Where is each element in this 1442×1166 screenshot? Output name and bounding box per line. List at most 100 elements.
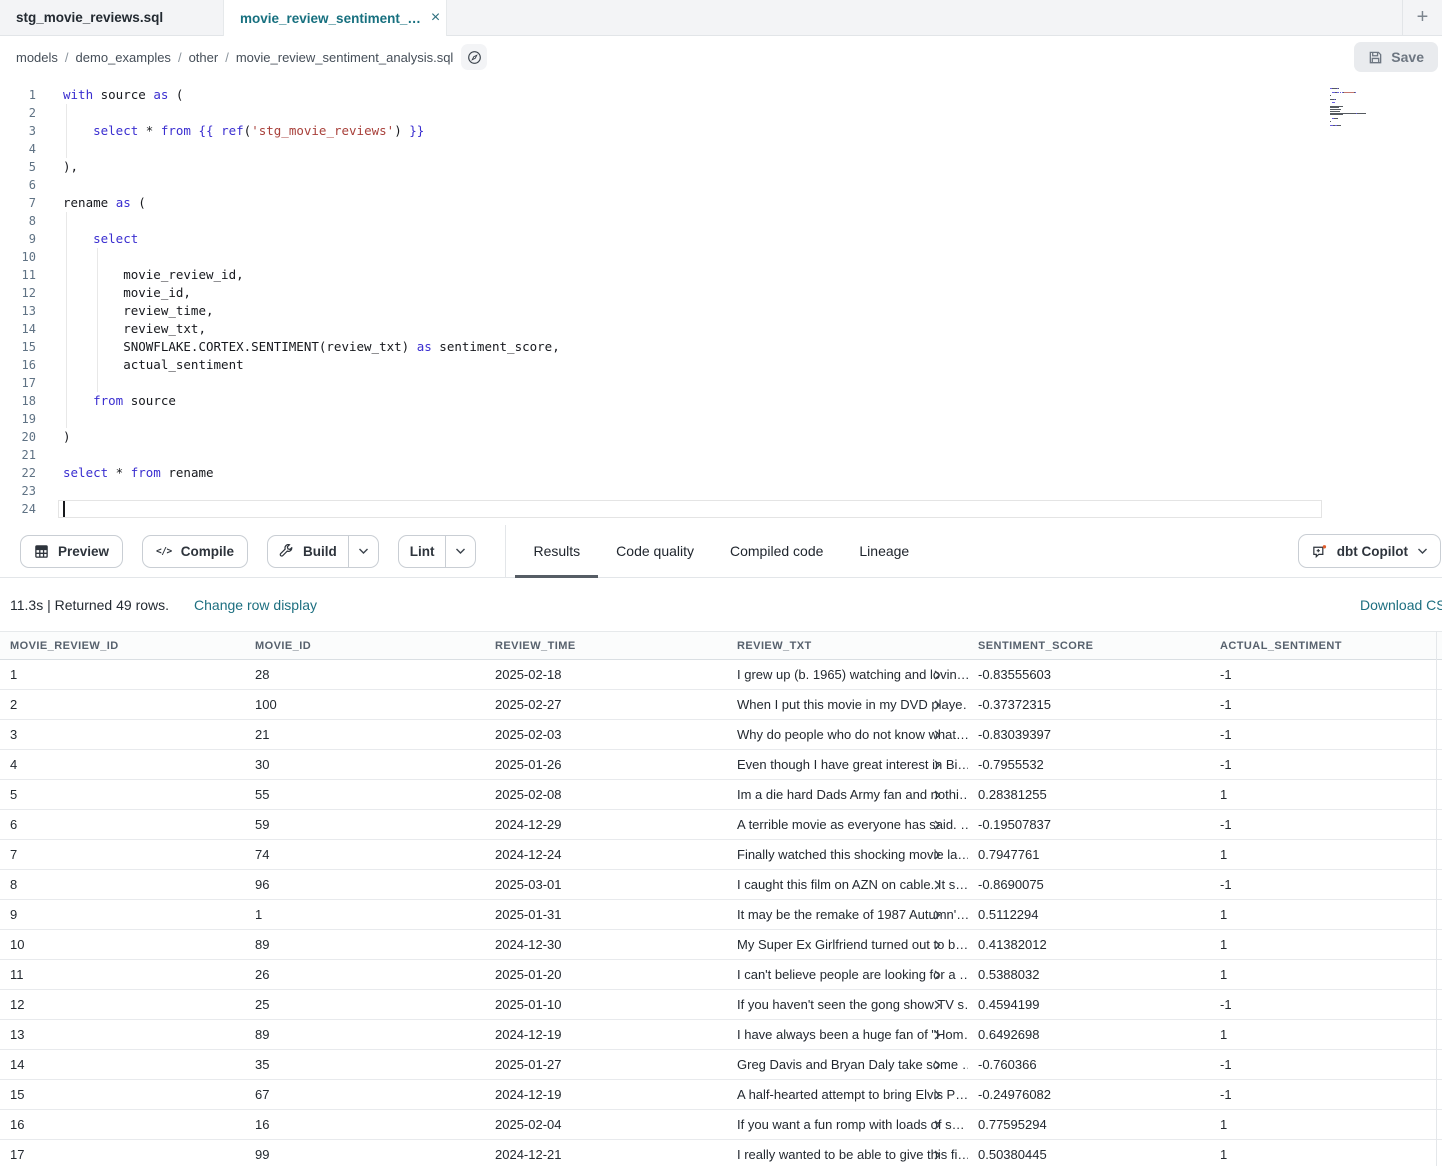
cell-sentiment-score: -0.7955532 bbox=[968, 757, 1210, 772]
results-table-body: 1282025-02-18I grew up (b. 1965) watchin… bbox=[0, 660, 1442, 1166]
save-button[interactable]: Save bbox=[1354, 42, 1438, 72]
close-tab-icon[interactable]: × bbox=[431, 10, 440, 26]
cell-review-txt: Finally watched this shocking movie la… bbox=[727, 847, 968, 862]
expand-cell-icon[interactable] bbox=[932, 1059, 942, 1070]
copilot-label: dbt Copilot bbox=[1337, 544, 1408, 559]
code-line[interactable]: actual_sentiment bbox=[63, 356, 1442, 374]
locate-in-tree-button[interactable] bbox=[461, 44, 487, 70]
code-line[interactable] bbox=[63, 248, 1442, 266]
cell-review-time: 2025-02-03 bbox=[485, 727, 727, 742]
code-line[interactable]: with source as ( bbox=[63, 86, 1442, 104]
cell-actual-sentiment: -1 bbox=[1210, 997, 1442, 1012]
expand-cell-icon[interactable] bbox=[932, 1149, 942, 1160]
preview-button[interactable]: Preview bbox=[20, 535, 123, 568]
expand-cell-icon[interactable] bbox=[932, 759, 942, 770]
cell-review-time: 2025-02-08 bbox=[485, 787, 727, 802]
breadcrumb-item-demo-examples[interactable]: demo_examples bbox=[76, 50, 171, 65]
breadcrumb-separator: / bbox=[178, 50, 182, 65]
dbt-copilot-button[interactable]: dbt Copilot bbox=[1298, 534, 1441, 568]
lint-button[interactable]: Lint bbox=[399, 536, 446, 567]
expand-cell-icon[interactable] bbox=[932, 939, 942, 950]
expand-cell-icon[interactable] bbox=[932, 909, 942, 920]
build-button[interactable]: Build bbox=[268, 536, 348, 567]
lint-split-button: Lint bbox=[398, 535, 477, 568]
cell-movie-review-id: 5 bbox=[0, 787, 245, 802]
cell-review-txt: Even though I have great interest in Bi… bbox=[727, 757, 968, 772]
code-line[interactable] bbox=[63, 374, 1442, 392]
query-status-text: 11.3s | Returned 49 rows. bbox=[10, 597, 169, 613]
breadcrumb-item-other[interactable]: other bbox=[189, 50, 219, 65]
cell-actual-sentiment: -1 bbox=[1210, 877, 1442, 892]
tab-stg-movie-reviews[interactable]: stg_movie_reviews.sql bbox=[0, 0, 223, 35]
code-line[interactable] bbox=[63, 212, 1442, 230]
line-number: 22 bbox=[0, 464, 36, 482]
tab-movie-review-sentiment[interactable]: movie_review_sentiment_… × bbox=[223, 0, 447, 36]
cell-review-txt: A terrible movie as everyone has said. … bbox=[727, 817, 968, 832]
expand-cell-icon[interactable] bbox=[932, 789, 942, 800]
tab-code-quality[interactable]: Code quality bbox=[598, 525, 712, 578]
code-line[interactable]: from source bbox=[63, 392, 1442, 410]
lint-options-button[interactable] bbox=[445, 536, 475, 567]
code-line[interactable]: select * from {{ ref('stg_movie_reviews'… bbox=[63, 122, 1442, 140]
expand-cell-icon[interactable] bbox=[932, 819, 942, 830]
cell-review-txt: I can't believe people are looking for a… bbox=[727, 967, 968, 982]
tab-results[interactable]: Results bbox=[515, 525, 598, 578]
cell-review-txt: When I put this movie in my DVD playe… bbox=[727, 697, 968, 712]
expand-cell-icon[interactable] bbox=[932, 1119, 942, 1130]
expand-cell-icon[interactable] bbox=[932, 969, 942, 980]
code-line[interactable] bbox=[63, 104, 1442, 122]
compass-icon bbox=[467, 50, 482, 65]
expand-cell-icon[interactable] bbox=[932, 699, 942, 710]
breadcrumb-item-filename: movie_review_sentiment_analysis.sql bbox=[236, 50, 454, 65]
code-editor[interactable]: 123456789101112131415161718192021222324 … bbox=[0, 78, 1442, 525]
cell-movie-id: 74 bbox=[245, 847, 485, 862]
code-line[interactable]: movie_review_id, bbox=[63, 266, 1442, 284]
new-tab-button[interactable]: + bbox=[1402, 0, 1442, 35]
cell-actual-sentiment: 1 bbox=[1210, 1117, 1442, 1132]
code-line[interactable] bbox=[63, 140, 1442, 158]
expand-cell-icon[interactable] bbox=[932, 999, 942, 1010]
expand-cell-icon[interactable] bbox=[932, 1029, 942, 1040]
code-line[interactable]: SNOWFLAKE.CORTEX.SENTIMENT(review_txt) a… bbox=[63, 338, 1442, 356]
cell-sentiment-score: -0.19507837 bbox=[968, 817, 1210, 832]
code-line[interactable] bbox=[63, 176, 1442, 194]
line-number: 21 bbox=[0, 446, 36, 464]
tab-lineage[interactable]: Lineage bbox=[841, 525, 927, 578]
copilot-chat-icon bbox=[1311, 543, 1328, 560]
line-number: 3 bbox=[0, 122, 36, 140]
cell-review-time: 2025-01-10 bbox=[485, 997, 727, 1012]
code-line[interactable]: ), bbox=[63, 158, 1442, 176]
code-lines[interactable]: with source as ( select * from {{ ref('s… bbox=[63, 86, 1442, 518]
cell-movie-id: 1 bbox=[245, 907, 485, 922]
code-line[interactable] bbox=[63, 482, 1442, 500]
code-line[interactable]: review_time, bbox=[63, 302, 1442, 320]
tab-compiled-code[interactable]: Compiled code bbox=[712, 525, 841, 578]
cell-review-time: 2025-01-27 bbox=[485, 1057, 727, 1072]
build-options-button[interactable] bbox=[348, 536, 378, 567]
code-line[interactable]: select * from rename bbox=[63, 464, 1442, 482]
expand-cell-icon[interactable] bbox=[932, 729, 942, 740]
code-line[interactable]: ) bbox=[63, 428, 1442, 446]
line-number: 6 bbox=[0, 176, 36, 194]
compile-button[interactable]: </> Compile bbox=[142, 535, 248, 568]
expand-cell-icon[interactable] bbox=[932, 879, 942, 890]
cell-actual-sentiment: -1 bbox=[1210, 1087, 1442, 1102]
code-line[interactable]: select bbox=[63, 230, 1442, 248]
expand-cell-icon[interactable] bbox=[932, 1089, 942, 1100]
code-line[interactable] bbox=[63, 446, 1442, 464]
download-csv-link[interactable]: Download CSV bbox=[1360, 597, 1442, 613]
cell-review-time: 2025-02-27 bbox=[485, 697, 727, 712]
cell-movie-id: 89 bbox=[245, 1027, 485, 1042]
expand-cell-icon[interactable] bbox=[932, 849, 942, 860]
minimap[interactable] bbox=[1330, 88, 1402, 130]
breadcrumb-item-models[interactable]: models bbox=[16, 50, 58, 65]
expand-cell-icon[interactable] bbox=[932, 669, 942, 680]
code-line[interactable]: movie_id, bbox=[63, 284, 1442, 302]
cell-movie-id: 100 bbox=[245, 697, 485, 712]
code-line[interactable]: review_txt, bbox=[63, 320, 1442, 338]
code-line[interactable]: rename as ( bbox=[63, 194, 1442, 212]
code-line[interactable] bbox=[63, 410, 1442, 428]
cell-movie-id: 96 bbox=[245, 877, 485, 892]
table-row: 16162025-02-04If you want a fun romp wit… bbox=[0, 1110, 1442, 1140]
change-row-display-link[interactable]: Change row display bbox=[194, 597, 317, 613]
